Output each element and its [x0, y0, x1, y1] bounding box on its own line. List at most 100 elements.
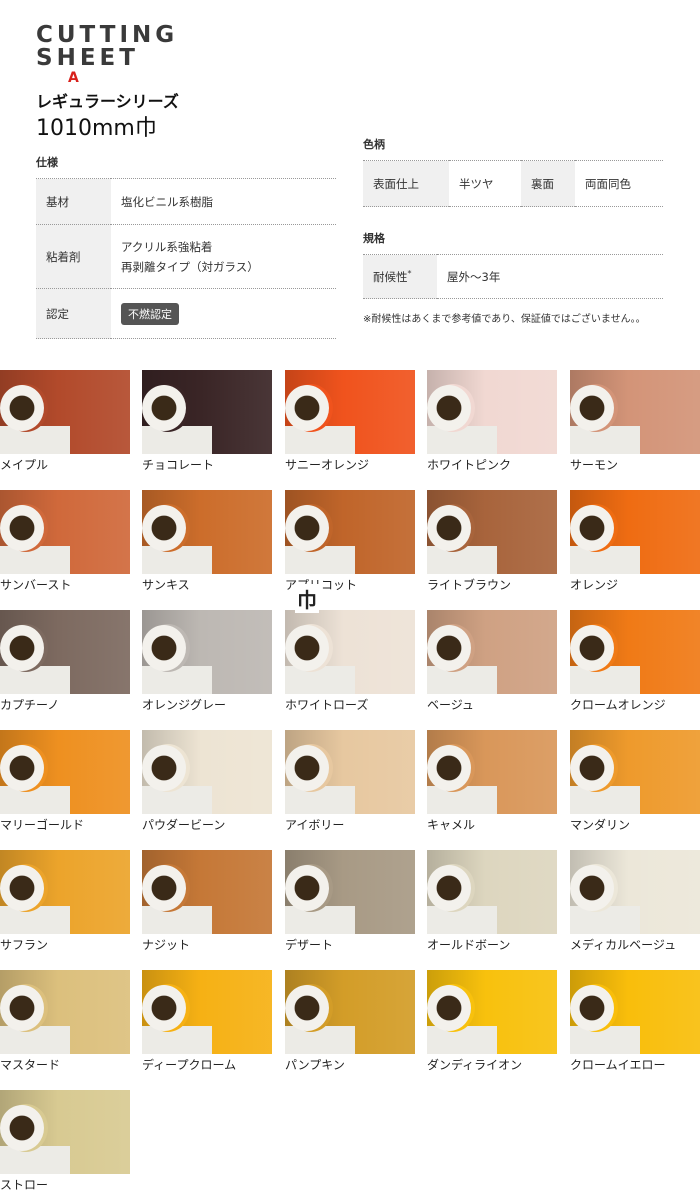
color-swatch[interactable]: クロームオレンジ	[570, 610, 700, 713]
sheet-roll-image[interactable]	[142, 370, 272, 454]
color-swatch[interactable]: ナジット	[142, 850, 272, 953]
sheet-roll-image[interactable]	[142, 730, 272, 814]
sheet-roll-image[interactable]	[427, 970, 557, 1054]
sheet-roll-image[interactable]	[0, 730, 130, 814]
backing-paper	[285, 786, 355, 814]
sheet-roll-image[interactable]	[285, 970, 415, 1054]
swatch-name[interactable]: メイプル	[0, 456, 48, 473]
color-swatch[interactable]: メイプル	[0, 370, 130, 473]
sheet-roll-image[interactable]	[142, 850, 272, 934]
swatch-name[interactable]: カプチーノ	[0, 696, 59, 713]
sheet-roll-image[interactable]	[427, 370, 557, 454]
spec-table: 基材 塩化ビニル系樹脂 粘着剤 アクリル系強粘着 再剥離タイプ（対ガラス） 認定…	[36, 178, 336, 339]
swatch-name[interactable]: ベージュ	[427, 696, 474, 713]
spec-label-base: 基材	[36, 178, 111, 225]
color-swatch[interactable]: サーモン	[570, 370, 700, 473]
sheet-roll-image[interactable]	[0, 970, 130, 1054]
swatch-name[interactable]: ライトブラウン	[427, 576, 511, 593]
color-swatch[interactable]: ディープクローム	[142, 970, 272, 1073]
color-swatch[interactable]: オールドボーン	[427, 850, 557, 953]
swatch-name[interactable]: サンバースト	[0, 576, 71, 593]
sheet-roll-image[interactable]	[0, 1090, 130, 1174]
swatch-name[interactable]: ストロー	[0, 1176, 48, 1193]
color-swatch[interactable]: ダンディライオン	[427, 970, 557, 1073]
swatch-name[interactable]: キャメル	[427, 816, 475, 833]
adhesive-line2: 再剥離タイプ（対ガラス）	[121, 259, 259, 274]
color-swatch[interactable]: ライトブラウン	[427, 490, 557, 593]
sheet-roll-image[interactable]	[285, 610, 415, 694]
swatch-name[interactable]: マンダリン	[570, 816, 630, 833]
color-swatch[interactable]: アイボリー	[285, 730, 415, 833]
swatch-name[interactable]: パウダービーン	[142, 816, 225, 833]
color-swatch[interactable]: マリーゴールド	[0, 730, 130, 833]
sheet-roll-image[interactable]	[0, 610, 130, 694]
color-swatch[interactable]: チョコレート	[142, 370, 272, 473]
color-swatch[interactable]: オレンジグレー	[142, 610, 272, 713]
swatch-name[interactable]: チョコレート	[142, 456, 214, 473]
color-swatch[interactable]: マンダリン	[570, 730, 700, 833]
swatch-name[interactable]: アイボリー	[285, 816, 344, 833]
swatch-name[interactable]: ホワイトピンク	[427, 456, 511, 473]
roll-core-icon	[427, 385, 471, 431]
sheet-roll-image[interactable]	[0, 490, 130, 574]
sheet-roll-image[interactable]	[427, 850, 557, 934]
color-swatch[interactable]: カプチーノ	[0, 610, 130, 713]
sheet-roll-image[interactable]	[142, 610, 272, 694]
color-swatch[interactable]: マスタード	[0, 970, 130, 1073]
surface-label: 表面仕上	[363, 160, 449, 207]
swatch-name[interactable]: マスタード	[0, 1056, 60, 1073]
color-swatch[interactable]: サニーオレンジ	[285, 370, 415, 473]
color-swatch[interactable]: サンキス	[142, 490, 272, 593]
swatch-name[interactable]: ホワイトローズ	[285, 696, 368, 713]
color-swatch[interactable]: パンプキン	[285, 970, 415, 1073]
sheet-roll-image[interactable]	[570, 490, 700, 574]
swatch-name[interactable]: サニーオレンジ	[285, 456, 369, 473]
swatch-name[interactable]: マリーゴールド	[0, 816, 84, 833]
color-swatch[interactable]: メディカルベージュ	[570, 850, 700, 953]
sheet-roll-image[interactable]	[570, 850, 700, 934]
sheet-roll-image[interactable]	[0, 850, 130, 934]
roll-core-icon	[427, 505, 471, 551]
sheet-roll-image[interactable]	[427, 490, 557, 574]
sheet-roll-image[interactable]	[285, 370, 415, 454]
swatch-name[interactable]: メディカルベージュ	[570, 936, 676, 953]
color-swatch[interactable]: デザート	[285, 850, 415, 953]
swatch-name[interactable]: デザート	[285, 936, 333, 953]
sheet-roll-image[interactable]	[0, 370, 130, 454]
swatch-name[interactable]: オレンジ	[570, 576, 618, 593]
color-swatch[interactable]: オレンジ	[570, 490, 700, 593]
color-swatch[interactable]: サフラン	[0, 850, 130, 953]
color-swatch[interactable]: ホワイトピンク	[427, 370, 557, 473]
sheet-roll-image[interactable]	[142, 970, 272, 1054]
color-swatch[interactable]: クロームイエロー	[570, 970, 700, 1073]
color-swatch[interactable]: ベージュ	[427, 610, 557, 713]
sheet-roll-image[interactable]	[427, 610, 557, 694]
sheet-roll-image[interactable]	[570, 610, 700, 694]
sheet-roll-image[interactable]	[570, 370, 700, 454]
swatch-name[interactable]: クロームオレンジ	[570, 696, 666, 713]
swatch-name[interactable]: ダンディライオン	[427, 1056, 522, 1073]
sheet-roll-image[interactable]	[285, 490, 415, 574]
swatch-name[interactable]: オレンジグレー	[142, 696, 226, 713]
color-swatch[interactable]: アプリコット	[285, 490, 415, 592]
swatch-name[interactable]: ナジット	[142, 936, 190, 953]
sheet-roll-image[interactable]	[142, 490, 272, 574]
sheet-roll-image[interactable]	[285, 850, 415, 934]
color-swatch[interactable]: ストロー	[0, 1090, 130, 1193]
swatch-name[interactable]: クロームイエロー	[570, 1056, 666, 1073]
swatch-name[interactable]: オールドボーン	[427, 936, 510, 953]
swatch-name[interactable]: パンプキン	[285, 1056, 345, 1073]
sheet-roll-image[interactable]	[570, 730, 700, 814]
sheet-roll-image[interactable]	[570, 970, 700, 1054]
color-swatch[interactable]: キャメル	[427, 730, 557, 833]
sheet-roll-image[interactable]	[427, 730, 557, 814]
swatch-name[interactable]: サンキス	[142, 576, 190, 593]
swatch-name[interactable]: ディープクローム	[142, 1056, 236, 1073]
swatch-name[interactable]: サフラン	[0, 936, 48, 953]
color-swatch[interactable]: サンバースト	[0, 490, 130, 593]
sheet-roll-image[interactable]	[285, 730, 415, 814]
color-swatch[interactable]: ホワイトローズ	[285, 610, 415, 713]
swatch-name[interactable]: サーモン	[570, 456, 618, 473]
pattern-title: 色柄	[363, 138, 385, 151]
color-swatch[interactable]: パウダービーン	[142, 730, 272, 833]
